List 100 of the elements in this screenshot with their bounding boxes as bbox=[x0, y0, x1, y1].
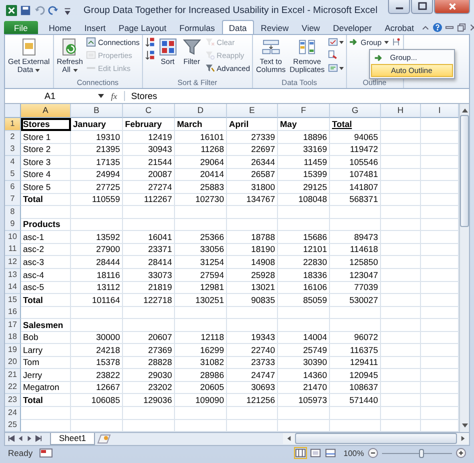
row-header[interactable]: 3 bbox=[5, 143, 21, 156]
macro-record-icon[interactable] bbox=[38, 448, 53, 458]
ribbon-tab[interactable]: Page Layout bbox=[112, 21, 172, 34]
table-cell: 30390 bbox=[278, 356, 330, 370]
row-header[interactable]: 25 bbox=[5, 419, 21, 432]
restore-workbook-icon[interactable] bbox=[457, 23, 466, 32]
row-header[interactable]: 13 bbox=[5, 268, 21, 282]
row-header[interactable]: 7 bbox=[5, 193, 21, 206]
zoom-in-icon[interactable] bbox=[456, 448, 466, 458]
row-header[interactable]: 1 bbox=[5, 118, 21, 131]
table-cell: 23202 bbox=[123, 381, 175, 394]
maximize-icon bbox=[418, 2, 426, 11]
ribbon-tab[interactable]: Review bbox=[254, 21, 295, 34]
redo-icon[interactable] bbox=[48, 4, 59, 16]
table-cell: April bbox=[227, 118, 278, 131]
row-header[interactable]: 18 bbox=[5, 331, 21, 344]
save-icon[interactable] bbox=[20, 4, 31, 16]
normal-view-icon[interactable] bbox=[294, 448, 306, 458]
ribbon-tab[interactable]: View bbox=[296, 21, 326, 34]
column-header[interactable]: F bbox=[278, 104, 330, 118]
table-cell: 106085 bbox=[71, 394, 123, 408]
file-menu-tab[interactable]: File bbox=[4, 21, 38, 34]
row-header[interactable]: 22 bbox=[5, 381, 21, 394]
scroll-up-icon[interactable] bbox=[462, 108, 468, 113]
row-header[interactable]: 17 bbox=[5, 318, 21, 332]
column-header[interactable]: B bbox=[71, 104, 123, 118]
first-sheet-icon[interactable] bbox=[8, 435, 15, 442]
row-header[interactable]: 6 bbox=[5, 180, 21, 194]
close-button[interactable] bbox=[434, 0, 470, 14]
table-cell: 25928 bbox=[227, 268, 278, 282]
table-cell: 18190 bbox=[227, 243, 278, 256]
row-header[interactable]: 19 bbox=[5, 344, 21, 357]
table-cell: 120945 bbox=[330, 368, 381, 382]
scroll-right-icon[interactable] bbox=[460, 436, 466, 442]
text-to-columns-icon bbox=[260, 37, 281, 57]
table-cell: 20087 bbox=[123, 168, 175, 182]
minimize-button[interactable] bbox=[388, 0, 410, 14]
row-header[interactable]: 21 bbox=[5, 368, 21, 382]
row-header[interactable]: 9 bbox=[5, 218, 21, 232]
collapse-ribbon-icon[interactable] bbox=[421, 23, 430, 32]
icon-button[interactable] bbox=[144, 49, 155, 61]
table-cell: 31082 bbox=[175, 356, 227, 370]
table-cell: 24747 bbox=[227, 368, 278, 382]
row-header[interactable]: 10 bbox=[5, 230, 21, 244]
sheet-tab[interactable]: Sheet1 bbox=[50, 432, 95, 445]
column-header[interactable]: H bbox=[381, 104, 421, 118]
previous-sheet-icon[interactable] bbox=[17, 435, 24, 442]
icon-button[interactable] bbox=[144, 36, 155, 48]
maximize-button[interactable] bbox=[411, 0, 433, 14]
column-header[interactable]: A bbox=[21, 104, 71, 118]
row-header[interactable]: 12 bbox=[5, 256, 21, 270]
insert-sheet-icon[interactable] bbox=[96, 434, 111, 444]
column-header[interactable]: G bbox=[330, 104, 381, 118]
column-header[interactable]: I bbox=[421, 104, 459, 118]
ribbon-tab[interactable]: Formulas bbox=[173, 21, 221, 34]
ribbon-tab[interactable]: Acrobat bbox=[378, 21, 420, 34]
row-header[interactable]: 4 bbox=[5, 156, 21, 169]
vertical-scrollbar[interactable] bbox=[459, 104, 469, 432]
row-header[interactable]: 24 bbox=[5, 406, 21, 420]
empty-cell bbox=[330, 318, 381, 332]
column-header[interactable]: E bbox=[227, 104, 278, 118]
page-break-view-icon[interactable] bbox=[324, 448, 336, 458]
zoom-out-icon[interactable] bbox=[368, 448, 378, 458]
column-header[interactable]: C bbox=[123, 104, 175, 118]
insert-function-button[interactable]: fx bbox=[107, 91, 122, 101]
row-header[interactable]: 20 bbox=[5, 356, 21, 370]
empty-cell bbox=[278, 218, 330, 232]
ribbon-tab[interactable]: Insert bbox=[78, 21, 112, 34]
icon-button[interactable] bbox=[328, 62, 344, 74]
caret-icon bbox=[338, 66, 344, 70]
table-cell: 28986 bbox=[175, 368, 227, 382]
table-cell: 27369 bbox=[123, 344, 175, 357]
row-header[interactable]: 15 bbox=[5, 294, 21, 307]
row-header[interactable]: 5 bbox=[5, 168, 21, 182]
row-header[interactable]: 11 bbox=[5, 243, 21, 256]
page-layout-view-icon[interactable] bbox=[310, 448, 321, 458]
formula-input[interactable]: Stores bbox=[124, 91, 469, 101]
column-header[interactable]: D bbox=[175, 104, 227, 118]
icon-button[interactable] bbox=[328, 36, 344, 48]
row-header[interactable]: 23 bbox=[5, 394, 21, 408]
horizontal-scrollbar[interactable] bbox=[283, 433, 469, 444]
caret-icon bbox=[35, 68, 40, 72]
last-sheet-icon[interactable] bbox=[35, 435, 42, 442]
row-header[interactable]: 14 bbox=[5, 281, 21, 294]
row-header[interactable]: 2 bbox=[5, 130, 21, 144]
scroll-down-icon[interactable] bbox=[462, 422, 468, 428]
dropdown-arrow-icon[interactable] bbox=[98, 94, 104, 98]
scroll-left-icon[interactable] bbox=[286, 436, 292, 442]
ribbon-tab[interactable]: Developer bbox=[326, 21, 378, 34]
name-box[interactable]: A1 bbox=[5, 91, 95, 101]
zoom-level[interactable]: 100% bbox=[344, 448, 364, 458]
row-header[interactable]: 16 bbox=[5, 306, 21, 320]
minimize-workbook-icon[interactable] bbox=[445, 23, 454, 32]
help-icon[interactable] bbox=[433, 23, 442, 32]
next-sheet-icon[interactable] bbox=[26, 435, 33, 442]
icon-button[interactable] bbox=[390, 36, 400, 48]
row-header[interactable]: 8 bbox=[5, 206, 21, 219]
ribbon-tab[interactable]: Home bbox=[42, 21, 78, 34]
table-cell: 18336 bbox=[278, 268, 330, 282]
ribbon-tab[interactable]: Data bbox=[222, 20, 254, 34]
